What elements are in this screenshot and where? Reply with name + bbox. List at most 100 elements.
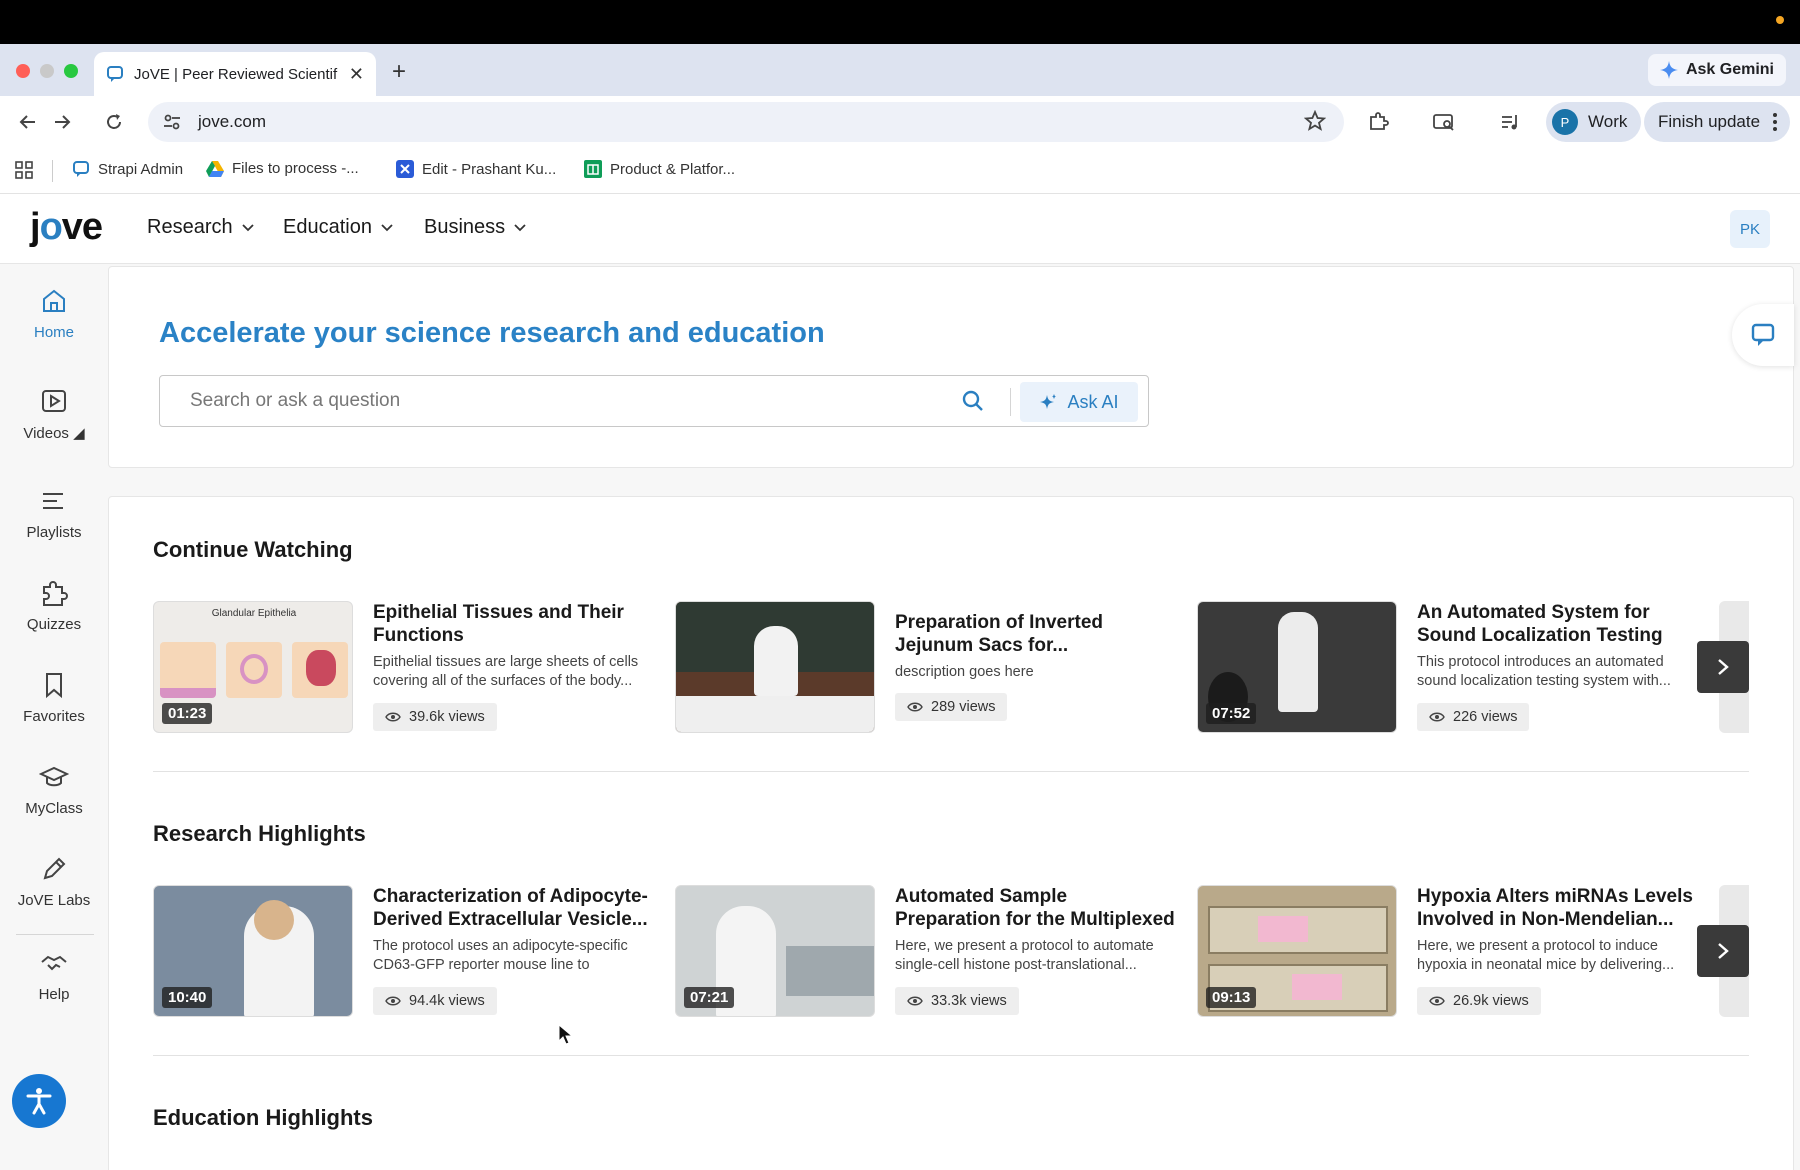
- nav-education-label: Education: [283, 216, 372, 238]
- sidebar-item-jove-labs[interactable]: JoVE Labs: [0, 854, 108, 909]
- video-card[interactable]: Preparation of Inverted Jejunum Sacs for…: [675, 601, 1175, 733]
- video-duration: 07:21: [684, 987, 735, 1008]
- video-thumbnail[interactable]: [675, 601, 875, 733]
- search-input[interactable]: Search or ask a question Ask AI: [159, 375, 1149, 427]
- sidebar-item-home[interactable]: Home: [0, 286, 108, 341]
- video-thumbnail[interactable]: Glandular Epithelia 01:23: [153, 601, 353, 733]
- playlist-icon: [43, 493, 63, 509]
- forward-button[interactable]: [48, 108, 76, 136]
- eye-icon: [385, 996, 401, 1006]
- bookmark-edit-prashant[interactable]: Edit - Prashant Ku...: [396, 160, 556, 178]
- carousel-next-button[interactable]: [1697, 925, 1749, 977]
- browser-tab-active[interactable]: JoVE | Peer Reviewed Scientif ✕: [94, 52, 376, 96]
- video-card[interactable]: 07:21 Automated Sample Preparation for t…: [675, 885, 1175, 1017]
- video-thumbnail[interactable]: 07:21: [675, 885, 875, 1017]
- ask-ai-button[interactable]: Ask AI: [1020, 382, 1138, 422]
- view-count-badge: 39.6k views: [373, 703, 497, 731]
- video-thumbnail[interactable]: 10:40: [153, 885, 353, 1017]
- more-vertical-icon: [1773, 113, 1778, 131]
- ask-gemini-button[interactable]: Ask Gemini: [1647, 54, 1786, 86]
- sidebar-item-myclass[interactable]: MyClass: [0, 762, 108, 817]
- finish-update-button[interactable]: Finish update: [1644, 102, 1791, 142]
- window-zoom-button[interactable]: [64, 64, 78, 78]
- sidebar-item-help[interactable]: Help: [0, 948, 108, 1003]
- view-count: 33.3k views: [931, 993, 1007, 1009]
- site-settings-icon[interactable]: [162, 112, 182, 132]
- thumbnail-illustration: [160, 642, 216, 698]
- bookmark-strapi-admin[interactable]: Strapi Admin: [72, 160, 183, 178]
- video-card[interactable]: 09:13 Hypoxia Alters miRNAs Levels Invol…: [1197, 885, 1697, 1017]
- bookmark-files-to-process[interactable]: Files to process -...: [206, 160, 359, 177]
- view-count-badge: 26.9k views: [1417, 987, 1541, 1015]
- video-title[interactable]: Automated Sample Preparation for the Mul…: [895, 885, 1175, 931]
- apps-grid-button[interactable]: [14, 160, 34, 180]
- sidebar-item-favorites[interactable]: Favorites: [0, 670, 108, 725]
- sidebar-item-label: Quizzes: [26, 616, 82, 633]
- gemini-sparkle-icon: [1659, 61, 1678, 79]
- video-thumbnail[interactable]: 07:52: [1197, 601, 1397, 733]
- media-control-button[interactable]: [1496, 108, 1524, 136]
- section-divider: [153, 1055, 1749, 1056]
- video-description: Here, we present a protocol to induce hy…: [1417, 938, 1675, 973]
- tab-close-icon[interactable]: ✕: [349, 64, 364, 85]
- site-header: jove Research Education Business PK: [0, 194, 1800, 264]
- eye-icon: [907, 702, 923, 712]
- browser-toolbar: jove.com P Work Finish update: [0, 96, 1800, 148]
- extensions-button[interactable]: [1364, 108, 1392, 136]
- chevron-down-icon: [381, 223, 393, 231]
- bookmark-star-icon[interactable]: [1304, 110, 1326, 132]
- video-description: The protocol uses an adipocyte-specific …: [373, 938, 628, 973]
- sidebar-item-playlists[interactable]: Playlists: [0, 486, 108, 541]
- video-thumbnail[interactable]: 09:13: [1197, 885, 1397, 1017]
- profile-button[interactable]: P Work: [1546, 102, 1642, 142]
- bookmark-label: Product & Platfor...: [610, 160, 736, 178]
- macos-menubar: [0, 0, 1800, 44]
- search-icon[interactable]: [960, 388, 986, 414]
- carousel-next-button[interactable]: [1697, 641, 1749, 693]
- chat-support-button[interactable]: [1732, 304, 1794, 366]
- video-card[interactable]: 07:52 An Automated System for Sound Loca…: [1197, 601, 1697, 733]
- video-card[interactable]: 10:40 Characterization of Adipocyte-Deri…: [153, 885, 653, 1017]
- thumbnail-illustration: [226, 642, 282, 698]
- jove-logo[interactable]: jove: [30, 206, 103, 249]
- user-avatar[interactable]: PK: [1730, 210, 1770, 248]
- video-title[interactable]: Hypoxia Alters miRNAs Levels Involved in…: [1417, 885, 1697, 931]
- back-button[interactable]: [14, 108, 42, 136]
- section-divider: [153, 771, 1749, 772]
- nav-business[interactable]: Business: [424, 216, 527, 239]
- sidebar-item-quizzes[interactable]: Quizzes: [0, 578, 108, 633]
- section-title-education-highlights: Education Highlights: [153, 1105, 373, 1130]
- google-sheets-icon: [584, 160, 602, 178]
- tab-search-button[interactable]: [1430, 108, 1458, 136]
- video-title[interactable]: Epithelial Tissues and Their Functions: [373, 601, 653, 647]
- bookmarks-divider: [52, 160, 53, 182]
- video-title[interactable]: An Automated System for Sound Localizati…: [1417, 601, 1697, 647]
- video-title[interactable]: Characterization of Adipocyte-Derived Ex…: [373, 885, 653, 931]
- nav-education[interactable]: Education: [283, 216, 394, 239]
- nav-research[interactable]: Research: [147, 216, 255, 239]
- view-count-badge: 33.3k views: [895, 987, 1019, 1015]
- reload-button[interactable]: [100, 108, 128, 136]
- chevron-down-icon: [241, 223, 254, 231]
- accessibility-button[interactable]: [12, 1074, 66, 1128]
- ask-gemini-label: Ask Gemini: [1685, 61, 1774, 78]
- view-count-badge: 94.4k views: [373, 987, 497, 1015]
- mouse-cursor-icon: [558, 1024, 574, 1045]
- sidebar-item-label: Favorites: [23, 708, 85, 725]
- window-minimize-button[interactable]: [40, 64, 54, 78]
- address-bar[interactable]: jove.com: [148, 102, 1344, 142]
- ai-sparkle-icon: [1040, 394, 1057, 409]
- video-title[interactable]: Preparation of Inverted Jejunum Sacs for…: [895, 611, 1175, 657]
- new-tab-button[interactable]: +: [392, 58, 406, 86]
- video-card[interactable]: Glandular Epithelia 01:23 Epithelial Tis…: [153, 601, 653, 733]
- view-count: 94.4k views: [409, 993, 485, 1009]
- video-duration: 07:52: [1206, 703, 1257, 724]
- home-icon: [43, 289, 65, 312]
- sidebar-item-videos[interactable]: Videos ◢: [0, 386, 108, 442]
- puzzle-piece-icon: [1370, 112, 1389, 130]
- sidebar-item-label: Help: [38, 986, 70, 1003]
- window-close-button[interactable]: [16, 64, 30, 78]
- bookmark-product-platform[interactable]: Product & Platfor...: [584, 160, 735, 178]
- reload-icon: [107, 114, 121, 129]
- thumbnail-illustration: [754, 626, 798, 696]
